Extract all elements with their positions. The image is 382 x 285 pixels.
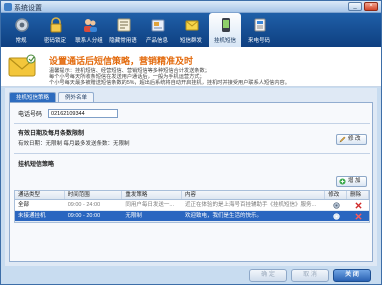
tool-sms-broadcast[interactable]: 短信群发 (175, 13, 207, 47)
footer-bar: 确 定 取 消 关 闭 (1, 267, 381, 284)
time-range-cell: 09:00 - 24:00 (67, 202, 101, 208)
close-window-button[interactable]: × (364, 2, 378, 11)
tool-hangup-sms-label: 挂机短信 (213, 38, 236, 44)
add-strategy-label: 增 加 (348, 178, 361, 184)
validity-text: 有效日期：无限制 每月最多发送条数：无限制 (18, 141, 130, 147)
pencil-icon (339, 136, 346, 143)
sms-icon (185, 20, 199, 31)
tool-sms-broadcast-label: 短信群发 (179, 38, 202, 44)
tab-strip: 挂机短信策略 例外名单 (9, 92, 95, 102)
call-type-cell: 全部 (18, 202, 30, 208)
phone-number-select[interactable] (48, 109, 119, 118)
divider (14, 123, 370, 124)
divider (14, 153, 370, 154)
tool-general-label: 常规 (15, 38, 27, 44)
table-header: 通话类型 时间范围 重发策略 内容 修改 删除 (15, 191, 369, 200)
caller-id-icon (254, 18, 266, 32)
minimize-button[interactable]: _ (348, 2, 362, 11)
phone-number-row: 电话号码 (18, 109, 119, 118)
edit-validity-button[interactable]: 修 改 (336, 134, 367, 145)
resend-policy-cell: 无限制 (125, 213, 142, 219)
product-icon (151, 19, 165, 32)
tool-product-info-label: 产品信息 (145, 38, 168, 44)
hangup-sms-icon (222, 18, 230, 32)
info-banner: 设置通话后短信策略，营销精准及时 温馨提示：挂机短信、经营短信、营销短信等多种短… (1, 47, 381, 87)
call-type-cell: 未接通挂机 (18, 213, 46, 219)
lock-icon (50, 17, 62, 33)
delete-x-icon[interactable] (355, 213, 362, 220)
tool-password-lock-label: 密码锁定 (43, 38, 66, 44)
tool-common-phrases[interactable]: 隐藏常用语 (107, 13, 139, 47)
add-strategy-button[interactable]: 增 加 (336, 176, 367, 187)
envelope-icon (8, 54, 36, 77)
edit-gear-icon[interactable] (333, 202, 340, 209)
cancel-button[interactable]: 取 消 (291, 269, 329, 282)
settings-toolbar: 常规 密码锁定 联系人分组 隐藏常用语 产品信息 短信群发 挂机短信 来电号码 (1, 13, 381, 47)
tool-hangup-sms[interactable]: 挂机短信 (209, 13, 241, 47)
tool-general[interactable]: 常规 (5, 13, 37, 47)
tab-hangup-strategy[interactable]: 挂机短信策略 (9, 92, 57, 102)
time-range-cell: 09:00 - 20:00 (67, 213, 101, 219)
tool-contact-groups[interactable]: 联系人分组 (73, 13, 105, 47)
tool-caller-id-label: 来电号码 (247, 38, 270, 44)
title-bar[interactable]: 系统设置 _ × (1, 1, 381, 13)
delete-cell (347, 211, 369, 221)
contacts-icon (84, 19, 97, 32)
column-header[interactable]: 修改 (325, 191, 348, 199)
tab-exception-list[interactable]: 例外名单 (58, 92, 95, 102)
edit-validity-label: 修 改 (348, 136, 361, 142)
edit-cell (325, 200, 347, 210)
tool-caller-id[interactable]: 来电号码 (243, 13, 275, 47)
content-cell: 近正在体验的是上海号百挂辅助手《挂机短信》服务... (185, 202, 317, 208)
column-header[interactable]: 时间范围 (65, 191, 123, 199)
tool-password-lock[interactable]: 密码锁定 (39, 13, 71, 47)
ok-button[interactable]: 确 定 (249, 269, 287, 282)
edit-gear-icon[interactable] (333, 213, 340, 220)
content-area: 挂机短信策略 例外名单 电话号码 有效日期及每月条数限制 有效日期：无限制 每月… (5, 88, 377, 266)
settings-window: 系统设置 _ × 常规 密码锁定 联系人分组 隐藏常用语 产品信息 短信群发 挂… (0, 0, 382, 285)
delete-x-icon[interactable] (355, 202, 362, 209)
column-header[interactable]: 重发策略 (122, 191, 183, 199)
banner-title: 设置通话后短信策略，营销精准及时 (49, 56, 194, 66)
tool-common-phrases-label: 隐藏常用语 (109, 38, 137, 44)
app-icon (4, 3, 12, 11)
edit-cell (325, 211, 347, 221)
phone-number-label: 电话号码 (18, 112, 43, 118)
column-header[interactable]: 删除 (347, 191, 369, 199)
delete-cell (347, 200, 369, 210)
banner-tip-line-3: 个小号每天最多被赠送短信条数的5%，超出后系统将自动开启挂机，挂机时并接受用户联… (49, 80, 290, 86)
window-title: 系统设置 (14, 5, 42, 12)
phrases-icon (117, 18, 131, 32)
column-header[interactable]: 通话类型 (15, 191, 65, 199)
table-row[interactable]: 未接通挂机 09:00 - 20:00 无限制 欢迎致电，我们是生活的快乐。 (15, 211, 369, 222)
resend-policy-cell: 同用户每日发送一... (125, 202, 174, 208)
plus-icon (339, 178, 346, 185)
validity-title: 有效日期及每月条数限制 (18, 131, 85, 137)
content-cell: 欢迎致电，我们是生活的快乐。 (185, 213, 263, 219)
tool-contact-groups-label: 联系人分组 (75, 38, 103, 44)
strategy-title: 挂机短信策略 (18, 162, 55, 168)
strategy-table: 通话类型 时间范围 重发策略 内容 修改 删除 全部 09:00 - 24:00… (14, 190, 370, 223)
column-header[interactable]: 内容 (182, 191, 326, 199)
close-button[interactable]: 关 闭 (333, 269, 371, 282)
tool-product-info[interactable]: 产品信息 (141, 13, 173, 47)
table-row[interactable]: 全部 09:00 - 24:00 同用户每日发送一... 近正在体验的是上海号百… (15, 200, 369, 211)
strategy-panel: 电话号码 有效日期及每月条数限制 有效日期：无限制 每月最多发送条数：无限制 修… (9, 102, 373, 262)
gear-icon (15, 18, 29, 32)
